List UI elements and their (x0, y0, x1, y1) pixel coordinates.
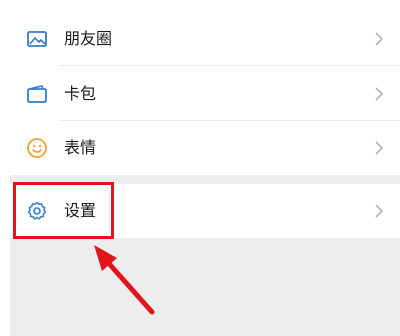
chevron-right-icon (375, 87, 384, 101)
chevron-right-icon (375, 32, 384, 46)
menu-item-label: 朋友圈 (64, 29, 113, 48)
highlight-box (13, 182, 114, 239)
chevron-right-icon (375, 204, 384, 218)
menu-item-label: 卡包 (64, 84, 97, 103)
menu-item-label: 表情 (64, 138, 97, 157)
photo-album-icon (27, 31, 47, 47)
card-wallet-icon (27, 85, 47, 103)
menu-item-card-wallet[interactable]: 卡包 (10, 67, 400, 121)
chevron-right-icon (375, 141, 384, 155)
smiley-face-icon (27, 138, 47, 158)
menu-item-moments[interactable]: 朋友圈 (10, 12, 400, 66)
settings-screen: 朋友圈 卡包 表情 设置 (10, 0, 400, 336)
divider (58, 65, 400, 66)
menu-item-stickers[interactable]: 表情 (10, 121, 400, 175)
menu-group-top: 朋友圈 卡包 表情 (10, 0, 400, 175)
